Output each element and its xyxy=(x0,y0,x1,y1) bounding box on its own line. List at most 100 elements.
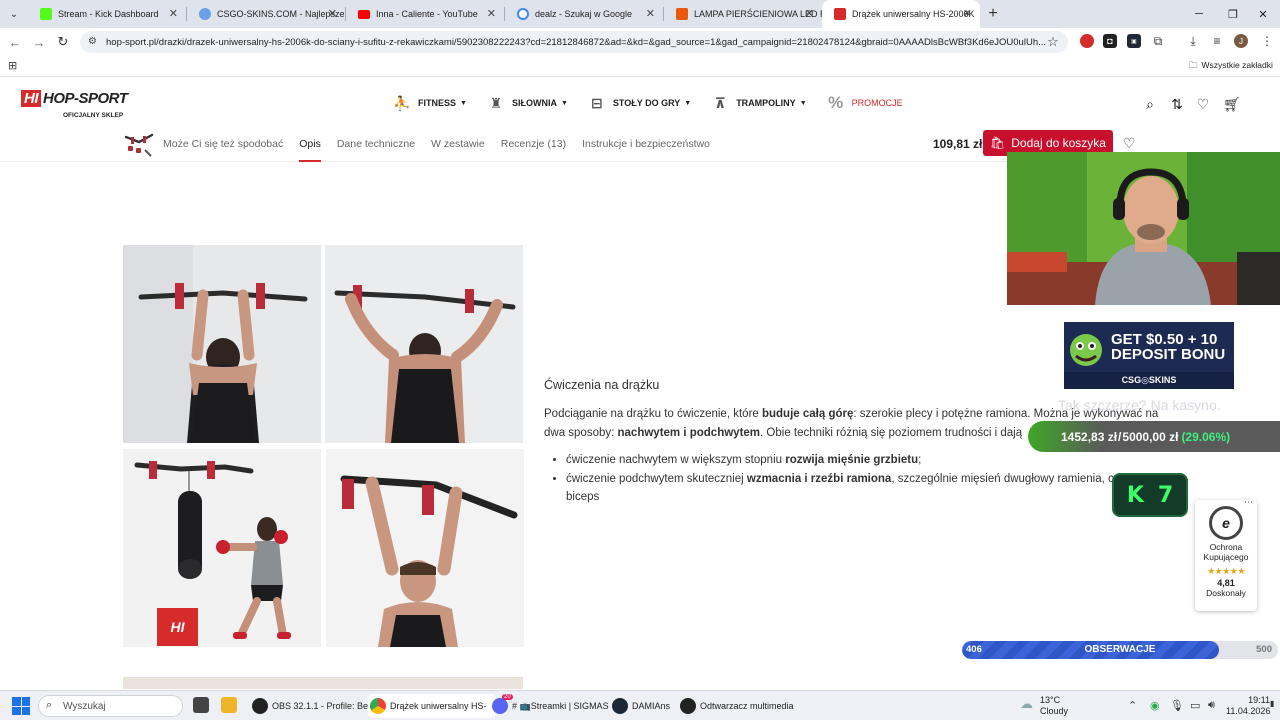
compare-icon[interactable]: ⇅ xyxy=(1169,96,1185,112)
nav-stoly-do-gry[interactable]: ⊟ STOŁY DO GRY ▼ xyxy=(588,95,691,111)
media-player-icon xyxy=(680,698,696,714)
star-icon: ☆ xyxy=(1047,34,1059,49)
taskbar-search[interactable]: ⌕ Wyszukaj xyxy=(38,695,183,717)
all-bookmarks-label: Wszystkie zakładki xyxy=(1201,60,1273,70)
taskbar-obs[interactable]: OBS 32.1.1 - Profile: Bez xyxy=(250,694,373,718)
browser-tab[interactable]: Stream - Kick Dashboard ✕ xyxy=(28,0,186,28)
minimize-button[interactable]: ─ xyxy=(1182,0,1216,28)
rating-stars-icon: ★★★★★ xyxy=(1207,566,1245,576)
extension-icon[interactable]: ◘ xyxy=(1103,34,1117,48)
tray-app-icon[interactable]: ◉ xyxy=(1150,699,1160,712)
browser-tab[interactable]: dealz - Szukaj w Google ✕ xyxy=(505,0,663,28)
wishlist-heart-icon[interactable]: ♡ xyxy=(1123,135,1136,152)
logo-mark: HI xyxy=(21,90,41,107)
close-icon[interactable]: ✕ xyxy=(646,7,655,20)
tab-w-zestawie[interactable]: W zestawie xyxy=(431,126,485,162)
browser-tab-active[interactable]: Drążek uniwersalny HS-2006K ✕ xyxy=(822,0,980,28)
main-navigation: ⛹ FITNESS ▼ ♜ SIŁOWNIA ▼ ⊟ STOŁY DO GRY ▼ ⊼ TRA… xyxy=(393,93,923,112)
tab-opis[interactable]: Opis xyxy=(299,126,321,162)
forward-button[interactable]: → xyxy=(30,33,48,51)
add-to-cart-label: Dodaj do koszyka xyxy=(1011,136,1106,150)
browser-tab[interactable]: LAMPA PIERŚCIENIOWA LED RI ✕ xyxy=(664,0,822,28)
steam-icon xyxy=(612,698,628,714)
reload-button[interactable]: ↻ xyxy=(54,33,72,51)
text-run: ćwiczenie nachwytem w większym stopniu xyxy=(566,454,786,466)
brand-badge: HI xyxy=(157,608,198,646)
trusted-shops-badge[interactable]: ⋯ e Ochrona Kupującego ★★★★★ 4,81 Doskon… xyxy=(1195,497,1257,611)
network-icon[interactable]: ▭ xyxy=(1190,699,1200,712)
csgo-skins-ad-banner[interactable]: GET $0.50 + 10 DEPOSIT BONU CSG◎SKINS xyxy=(1064,322,1234,389)
new-tab-button[interactable]: + xyxy=(980,0,1006,28)
tab-search-button[interactable]: ⌄ xyxy=(0,0,28,28)
site-logo[interactable]: HI HOP-SPORT OFICJALNY SKLEP xyxy=(21,90,128,119)
percent-icon: % xyxy=(828,93,844,112)
close-window-button[interactable]: ✕ xyxy=(1246,0,1280,28)
close-icon[interactable]: ✕ xyxy=(487,7,496,20)
text-run: Podciąganie na drążku to ćwiczenie, któr… xyxy=(544,408,762,420)
extension-adblock-icon[interactable] xyxy=(1080,34,1094,48)
restore-button[interactable]: ❐ xyxy=(1216,0,1250,28)
weather-widget[interactable]: ☁ 13°C Cloudy xyxy=(1020,695,1068,717)
extension-obs-icon[interactable]: ▣ xyxy=(1127,34,1141,48)
logo-text: HOP-SPORT xyxy=(43,90,128,107)
windows-start-icon[interactable] xyxy=(12,697,30,715)
gym-icon: ♜ xyxy=(489,94,503,111)
heart-icon[interactable]: ♡ xyxy=(1195,96,1211,112)
site-settings-icon[interactable]: ⚙ xyxy=(88,36,97,47)
nav-promocje[interactable]: % PROMOCJE xyxy=(827,93,903,112)
address-bar[interactable]: ⚙ hop-sport.pl/drazki/drazek-uniwersalny… xyxy=(80,31,1068,53)
text-bold: rozwija mięśnie grzbietu xyxy=(785,454,919,466)
cart-icon[interactable]: 🛒︎ xyxy=(1223,96,1241,112)
tab-recenzje[interactable]: Recenzje (13) xyxy=(501,126,566,162)
trusted-seal-icon: e xyxy=(1209,506,1243,540)
all-bookmarks-button[interactable]: 🗀 Wszystkie zakładki xyxy=(1189,60,1273,74)
trampoline-icon: ⊼ xyxy=(714,94,726,111)
volume-icon[interactable]: 🔊︎ xyxy=(1208,699,1215,712)
text-run: . Obie techniki różnią się poziomem trud… xyxy=(760,427,1023,439)
nav-fitness[interactable]: ⛹ FITNESS ▼ xyxy=(393,95,467,111)
tab-instrukcje[interactable]: Instrukcje i bezpieczeństwo xyxy=(582,126,710,162)
search-icon[interactable]: ⌕ xyxy=(1142,96,1158,112)
caret-down-icon: ▼ xyxy=(799,99,807,107)
close-icon[interactable]: ✕ xyxy=(805,7,814,20)
tab-title: Stream - Kick Dashboard xyxy=(58,9,159,19)
hop-sport-favicon-icon xyxy=(834,8,846,20)
tray-chevron-icon[interactable]: ⌃ xyxy=(1128,699,1137,712)
browser-tab[interactable]: Inna - Caliente - YouTube ✕ xyxy=(346,0,504,28)
taskbar-media-player[interactable]: Odtwarzacz multimedia xyxy=(678,694,794,718)
more-menu-icon[interactable]: ⋮ xyxy=(1260,34,1274,48)
balance-goal: 5000,00 zł xyxy=(1122,429,1179,444)
system-clock[interactable]: 19:11 11.04.2026 xyxy=(1226,695,1270,717)
reading-list-icon[interactable]: ≡ xyxy=(1210,34,1224,48)
taskbar-discord[interactable]: 20 # 📺Streamki | SIGMAS xyxy=(490,694,609,718)
bookmark-star-button[interactable]: ☆ xyxy=(1044,33,1062,51)
download-icon[interactable]: ⤓ xyxy=(1186,34,1200,48)
product-photo-front-hang[interactable] xyxy=(326,449,524,647)
file-explorer-icon[interactable] xyxy=(221,697,237,713)
browser-tab[interactable]: CSGO-SKINS.COM - Najlepsze ✕ xyxy=(187,0,345,28)
microphone-icon[interactable]: 🎙︎ xyxy=(1170,699,1184,712)
close-icon[interactable]: ✕ xyxy=(169,7,178,20)
product-photo-wide-back[interactable] xyxy=(325,245,523,443)
product-photo-punching-bag[interactable]: HI xyxy=(123,449,321,647)
close-icon[interactable]: ✕ xyxy=(963,7,972,20)
obs-icon xyxy=(252,698,268,714)
product-photo-overhand-back[interactable] xyxy=(123,245,321,443)
apps-grid-icon[interactable]: ⊞ xyxy=(8,59,17,72)
nav-silownia[interactable]: ♜ SIŁOWNIA ▼ xyxy=(487,95,568,111)
ad-line: DEPOSIT BONU xyxy=(1111,346,1226,363)
close-icon[interactable]: ✕ xyxy=(328,7,337,20)
profile-avatar[interactable]: J xyxy=(1234,34,1248,48)
more-dots-icon[interactable]: ⋯ xyxy=(1244,497,1253,508)
tab-recommended[interactable]: Może Ci się też spodobać xyxy=(163,126,283,162)
taskbar-steam[interactable]: DAMIAns xyxy=(610,694,670,718)
notifications-icon[interactable]: ▮ xyxy=(1270,699,1274,708)
puzzle-extensions-icon[interactable]: ⧉ xyxy=(1151,34,1165,48)
taskbar-label: OBS 32.1.1 - Profile: Bez xyxy=(272,701,373,711)
taskbar-chrome[interactable]: Drążek uniwersalny HS- xyxy=(368,694,495,718)
tab-dane-techniczne[interactable]: Dane techniczne xyxy=(337,126,415,162)
task-view-icon[interactable] xyxy=(193,697,209,713)
nav-trampoliny[interactable]: ⊼ TRAMPOLINY ▼ xyxy=(711,94,807,111)
back-button[interactable]: ← xyxy=(6,33,24,51)
taskbar-label: # 📺Streamki | SIGMAS xyxy=(512,700,609,711)
